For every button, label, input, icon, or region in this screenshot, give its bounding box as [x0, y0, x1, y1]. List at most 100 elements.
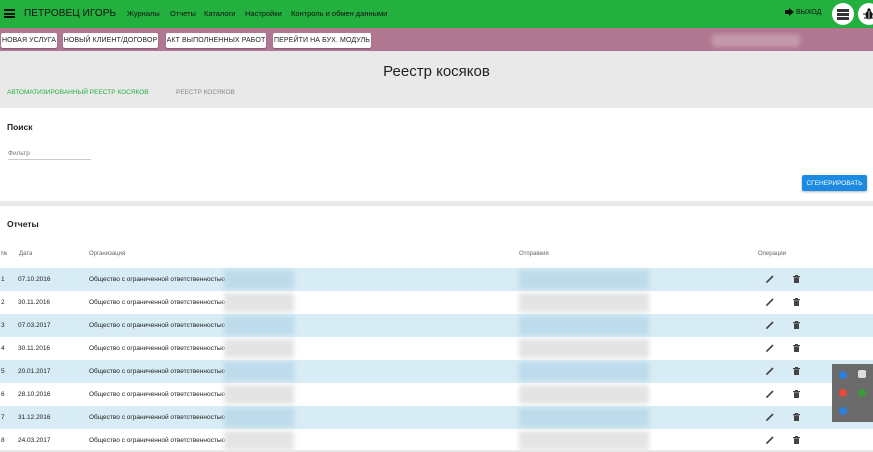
delete-icon[interactable]: [793, 413, 800, 421]
nav-reports[interactable]: Отчеты: [170, 9, 196, 18]
page-title: Реестр косяков: [383, 63, 490, 80]
row-date: 30.11.2016: [18, 345, 51, 352]
edit-icon[interactable]: [766, 436, 774, 444]
row-date: 07.03.2017: [18, 322, 51, 329]
edit-icon[interactable]: [766, 367, 774, 375]
filter-input[interactable]: [8, 147, 91, 160]
top-navigation-bar: ПЕТРОВЕЦ ИГОРЬ Журналы Отчеты Каталоги Н…: [0, 0, 873, 28]
edit-icon[interactable]: [766, 298, 774, 306]
row-number: 4: [1, 345, 5, 352]
table-row[interactable]: 2 30.11.2016 Общество с ограниченной ответ…: [0, 291, 873, 314]
delete-icon[interactable]: [793, 390, 800, 398]
exit-button[interactable]: ВЫХОД: [785, 8, 821, 16]
redacted-sender: [519, 316, 649, 335]
exit-icon: [785, 8, 794, 16]
redacted-organization: [224, 270, 294, 289]
redacted-organization: [224, 316, 294, 335]
delete-icon[interactable]: [793, 321, 800, 329]
menu-icon[interactable]: [4, 9, 15, 18]
row-organization: Общество с ограниченной ответственностью: [89, 345, 226, 352]
print-icon[interactable]: [858, 370, 866, 378]
row-date: 28.10.2016: [18, 391, 51, 398]
work-completion-act-button[interactable]: АКТ ВЫПОЛНЕННЫХ РАБОТ: [166, 33, 266, 48]
accounting-module-button[interactable]: ПЕРЕЙТИ НА БУХ. МОДУЛЬ: [273, 33, 371, 48]
column-organization: Организация: [89, 251, 126, 257]
delete-icon[interactable]: [793, 367, 800, 375]
new-client-contract-button[interactable]: НОВЫЙ КЛИЕНТ/ДОГОВОР: [63, 33, 158, 48]
redacted-sender: [519, 408, 649, 427]
column-number: №: [1, 251, 8, 257]
row-number: 8: [1, 437, 5, 444]
row-organization: Общество с ограниченной ответственностью: [89, 299, 226, 306]
row-number: 6: [1, 391, 5, 398]
row-organization: Общество с ограниченной ответственностью: [89, 368, 226, 375]
list-icon: [837, 8, 849, 20]
redacted-sender: [519, 385, 649, 404]
reports-title: Отчеты: [7, 219, 39, 229]
tab-automated-registry[interactable]: АВТОМАТИЗИРОВАННЫЙ РЕЕСТР КОСЯКОВ: [7, 89, 149, 96]
row-number: 7: [1, 414, 5, 421]
bug-icon: [863, 8, 873, 20]
exit-label: ВЫХОД: [796, 8, 822, 16]
redacted-organization: [224, 431, 294, 450]
row-date: 30.11.2016: [18, 299, 51, 306]
row-date: 31.12.2016: [18, 414, 51, 421]
redacted-organization: [224, 385, 294, 404]
redacted-sender: [519, 293, 649, 312]
delete-icon[interactable]: [793, 298, 800, 306]
redacted-sender: [519, 270, 649, 289]
row-number: 2: [1, 299, 5, 306]
generate-button[interactable]: СГЕНЕРИРОВАТЬ: [802, 175, 867, 191]
delete-icon[interactable]: [793, 436, 800, 444]
row-number: 3: [1, 322, 5, 329]
nav-settings[interactable]: Настройки: [245, 9, 282, 18]
row-organization: Общество с ограниченной ответственностью: [89, 391, 226, 398]
search-panel: [0, 108, 873, 201]
list-button[interactable]: [832, 3, 854, 25]
redacted-sender: [519, 362, 649, 381]
row-number: 5: [1, 368, 5, 375]
table-row[interactable]: 8 24.03.2017 Общество с ограниченной ответ…: [0, 429, 873, 452]
user-name[interactable]: ПЕТРОВЕЦ ИГОРЬ: [24, 8, 116, 19]
redacted-sender: [519, 339, 649, 358]
redacted-organization: [224, 293, 294, 312]
edit-icon[interactable]: [766, 413, 774, 421]
table-row[interactable]: 5 20.01.2017 Общество с ограниченной ответ…: [0, 360, 873, 383]
row-date: 07.10.2016: [18, 276, 51, 283]
row-number: 1: [1, 276, 5, 283]
row-organization: Общество с ограниченной ответственностью: [89, 437, 226, 444]
row-organization: Общество с ограниченной ответственностью: [89, 414, 226, 421]
new-service-button[interactable]: НОВАЯ УСЛУГА: [1, 33, 57, 48]
nav-journals[interactable]: Журналы: [127, 9, 160, 18]
tab-registry[interactable]: РЕЕСТР КОСЯКОВ: [176, 89, 235, 96]
app-icon[interactable]: [839, 371, 847, 379]
edit-icon[interactable]: [766, 390, 774, 398]
edit-icon[interactable]: [766, 321, 774, 329]
row-date: 20.01.2017: [18, 368, 51, 375]
column-sender: Отправкия: [519, 251, 549, 257]
row-organization: Общество с ограниченной ответственностью: [89, 322, 226, 329]
redacted-organization: [224, 408, 294, 427]
chrome-icon[interactable]: [839, 389, 847, 397]
row-organization: Общество с ограниченной ответственностью: [89, 276, 226, 283]
column-date: Дата: [19, 251, 33, 257]
column-operations: Операции: [758, 251, 787, 257]
edit-icon[interactable]: [766, 344, 774, 352]
redacted-organization: [224, 362, 294, 381]
table-row[interactable]: 1 07.10.2016 Общество с ограниченной ответ…: [0, 268, 873, 291]
nav-catalogs[interactable]: Каталоги: [204, 9, 235, 18]
info-icon[interactable]: [839, 407, 847, 415]
edit-icon[interactable]: [766, 275, 774, 283]
table-row[interactable]: 4 30.11.2016 Общество с ограниченной ответ…: [0, 337, 873, 360]
table-row[interactable]: 6 28.10.2016 Общество с ограниченной ответ…: [0, 383, 873, 406]
check-icon[interactable]: [858, 389, 866, 397]
bug-report-button[interactable]: [858, 3, 873, 25]
delete-icon[interactable]: [793, 275, 800, 283]
table-row[interactable]: 7 31.12.2016 Общество с ограниченной ответ…: [0, 406, 873, 429]
redacted-sender: [519, 431, 649, 450]
delete-icon[interactable]: [793, 344, 800, 352]
table-row[interactable]: 3 07.03.2017 Общество с ограниченной ответ…: [0, 314, 873, 337]
row-date: 24.03.2017: [18, 437, 51, 444]
floating-tray: [832, 364, 873, 422]
nav-control-exchange[interactable]: Контроль и обмен данными: [291, 9, 387, 18]
